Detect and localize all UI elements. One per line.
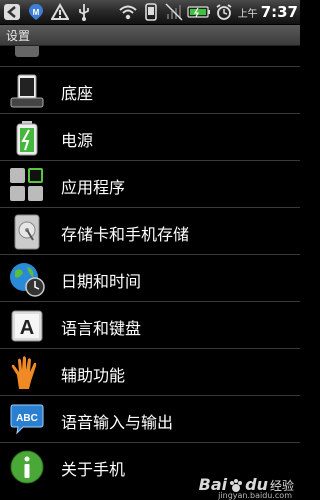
phone-icon [141, 2, 161, 22]
settings-item-date-time[interactable]: 日期和时间 [0, 254, 300, 301]
partial-item-icon [9, 46, 45, 57]
applications-icon [9, 167, 45, 203]
settings-item-partial[interactable] [0, 46, 300, 61]
battery-icon [187, 2, 211, 22]
status-time: 7:37 [260, 3, 298, 21]
usb-icon [74, 2, 94, 22]
language-keyboard-icon: A [9, 308, 45, 344]
wifi-icon [118, 2, 138, 22]
no-signal-icon [164, 2, 184, 22]
date-time-icon [9, 261, 45, 297]
time-ampm: 上午 [237, 8, 258, 20]
settings-item-voice-io[interactable]: ABC 语音输入与输出 [0, 395, 300, 442]
settings-item-label: 关于手机 [61, 460, 126, 479]
svg-text:ABC: ABC [16, 413, 38, 424]
settings-item-accessibility[interactable]: 辅助功能 [0, 348, 300, 395]
page-title: 设置 [6, 29, 31, 43]
status-bar: M 上午 7:37 [0, 0, 300, 25]
watermark-url: jingyan.baidu.com [218, 491, 292, 500]
settings-item-label: 电源 [61, 131, 94, 150]
settings-item-label: 底座 [61, 84, 94, 103]
settings-item-language-keyboard[interactable]: A 语言和键盘 [0, 301, 300, 348]
settings-item-label: 语言和键盘 [61, 319, 142, 338]
settings-list[interactable]: 底座 电源 应用程序 存储卡和手机存储 日期和时间 A 语言和键盘 辅助功能 A… [0, 46, 300, 500]
svg-text:M: M [33, 8, 40, 17]
back-arrow-icon [2, 2, 22, 22]
settings-item-applications[interactable]: 应用程序 [0, 160, 300, 207]
storage-icon [9, 214, 45, 250]
settings-item-power[interactable]: 电源 [0, 113, 300, 160]
settings-item-label: 语音输入与输出 [61, 413, 174, 432]
voice-io-icon: ABC [9, 402, 45, 438]
settings-item-dock[interactable]: 底座 [0, 66, 300, 113]
dock-icon [9, 73, 45, 109]
settings-item-label: 应用程序 [61, 178, 126, 197]
warning-icon [50, 2, 70, 22]
settings-item-label: 存储卡和手机存储 [61, 225, 190, 244]
about-phone-icon [9, 449, 45, 485]
accessibility-icon [9, 355, 45, 391]
settings-item-label: 辅助功能 [61, 366, 126, 385]
maps-icon: M [26, 2, 46, 22]
alarm-icon [214, 2, 234, 22]
power-icon [9, 120, 45, 156]
settings-item-storage[interactable]: 存储卡和手机存储 [0, 207, 300, 254]
title-bar: 设置 [0, 25, 300, 46]
svg-text:A: A [20, 317, 34, 339]
settings-item-label: 日期和时间 [61, 272, 142, 291]
